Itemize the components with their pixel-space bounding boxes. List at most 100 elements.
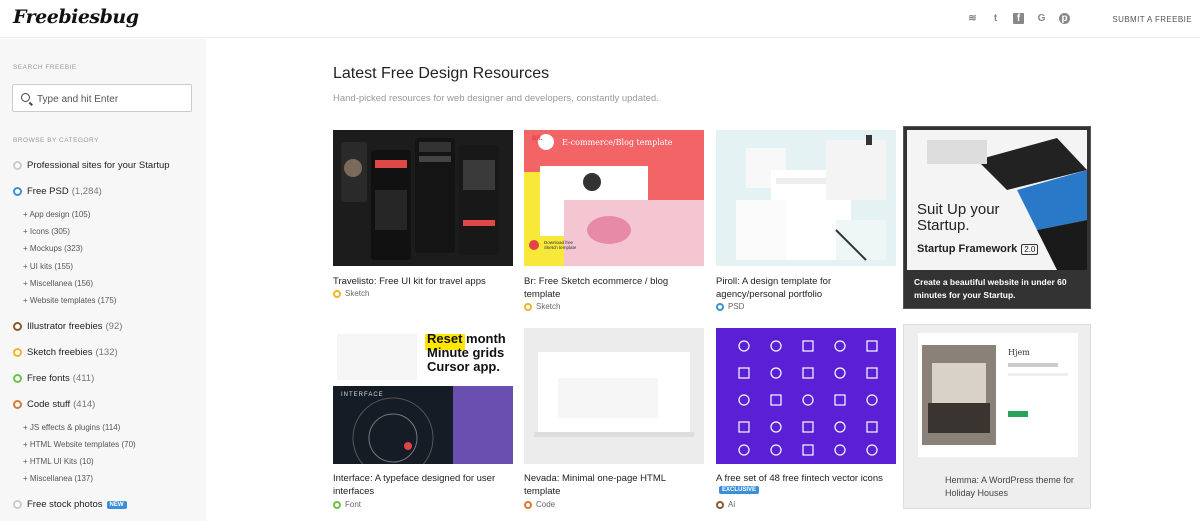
category-dot-icon: [13, 187, 22, 196]
promo-product-name: Startup Framework: [917, 243, 1018, 255]
category-dot-icon: [13, 348, 22, 357]
card-thumbnail[interactable]: BR. E-commerce/Blog template Download fr…: [524, 130, 704, 266]
hemma-brand: Hjem: [1008, 348, 1030, 357]
br-download-label: Download free Sketch template: [544, 240, 577, 250]
category-label: Code stuff: [27, 399, 71, 410]
category-label: Free stock photos: [27, 499, 103, 510]
tag-dot-icon: [524, 500, 532, 509]
tag-label: Code: [536, 500, 556, 509]
site-header: Freebiesbug ≋ t f G p SUBMIT A FREEBIE: [0, 0, 1200, 38]
tag-dot-icon: [716, 500, 724, 509]
subcategory-app-design[interactable]: + App design (105): [23, 210, 90, 219]
category-count: (414): [73, 399, 96, 410]
category-dot-icon: [13, 400, 22, 409]
search-box[interactable]: [12, 84, 192, 112]
category-dot-icon: [13, 161, 22, 170]
br-logo: BR.: [532, 136, 543, 142]
category-startup[interactable]: Professional sites for your Startup: [13, 160, 170, 171]
tag-dot-icon: [333, 289, 341, 298]
new-badge: NEW: [106, 500, 127, 509]
card-thumbnail[interactable]: [333, 130, 513, 266]
category-dot-icon: [13, 322, 22, 331]
category-illustrator[interactable]: Illustrator freebies (92): [13, 321, 122, 332]
subcategory-icons[interactable]: + Icons (305): [23, 227, 70, 236]
category-free-fonts[interactable]: Free fonts (411): [13, 373, 94, 384]
travelisto-preview-image: [333, 130, 513, 266]
category-label: Free fonts: [27, 373, 70, 384]
card-thumbnail[interactable]: [716, 328, 896, 464]
tag-label: Sketch: [536, 302, 561, 311]
category-code-stuff[interactable]: Code stuff (414): [13, 399, 95, 410]
hemma-preview-image: [918, 333, 1078, 457]
category-count: (132): [95, 347, 118, 358]
search-heading: SEARCH FREEBIE: [13, 64, 77, 71]
promo-version: 2.0: [1021, 243, 1039, 255]
nevada-preview-image: [524, 328, 704, 464]
subcategory-html-ui-kits[interactable]: + HTML UI Kits (10): [23, 457, 94, 466]
category-label: Free PSD: [27, 186, 69, 197]
category-count: (411): [72, 373, 95, 384]
card-title[interactable]: Hemma: A WordPress theme for Holiday Hou…: [945, 474, 1085, 500]
card-thumbnail[interactable]: [524, 328, 704, 464]
tag-dot-icon: [716, 302, 724, 311]
resource-card-hemma[interactable]: Hjem Hemma: A WordPress theme for Holida…: [903, 324, 1091, 509]
category-label: Professional sites for your Startup: [27, 160, 170, 171]
subcategory-html-templates[interactable]: + HTML Website templates (70): [23, 440, 136, 449]
card-tag[interactable]: Font: [333, 500, 361, 509]
card-title[interactable]: Nevada: Minimal one-page HTML template: [524, 472, 704, 498]
category-count: (92): [105, 321, 123, 332]
facebook-icon[interactable]: f: [1013, 13, 1024, 24]
promo-text[interactable]: Create a beautiful website in under 60 m…: [914, 276, 1084, 302]
category-label: Sketch freebies: [27, 347, 93, 358]
card-thumbnail[interactable]: Hjem: [918, 333, 1078, 457]
subcategory-js-effects[interactable]: + JS effects & plugins (114): [23, 423, 120, 432]
category-sketch[interactable]: Sketch freebies (132): [13, 347, 118, 358]
category-count: (1,284): [71, 186, 102, 197]
card-tag[interactable]: Sketch: [333, 289, 369, 298]
exclusive-badge: EXCLUSIVE: [719, 486, 760, 494]
google-icon[interactable]: G: [1036, 13, 1047, 24]
tag-label: PSD: [728, 302, 745, 311]
card-title[interactable]: Br: Free Sketch ecommerce / blog templat…: [524, 275, 704, 301]
page-subtitle: Hand-picked resources for web designer a…: [333, 93, 659, 104]
interface-specimen-line: Reset month: [427, 331, 506, 346]
tag-label: Sketch: [345, 289, 370, 298]
tag-dot-icon: [333, 500, 341, 509]
subcategory-miscellanea[interactable]: + Miscellanea (156): [23, 279, 93, 288]
subcategory-mockups[interactable]: + Mockups (323): [23, 244, 83, 253]
interface-specimen: Reset month Minute grids Cursor app.: [427, 332, 506, 374]
card-title[interactable]: Travelisto: Free UI kit for travel apps: [333, 275, 513, 288]
piroll-preview-image: [716, 130, 896, 266]
pinterest-icon[interactable]: p: [1059, 13, 1070, 24]
br-heading: E-commerce/Blog template: [562, 138, 673, 147]
browse-heading: BROWSE BY CATEGORY: [13, 137, 99, 144]
category-stock-photos[interactable]: Free stock photos NEW: [13, 499, 127, 510]
category-label: Illustrator freebies: [27, 321, 103, 332]
site-logo[interactable]: Freebiesbug: [13, 6, 139, 28]
card-title[interactable]: Piroll: A design template for agency/per…: [716, 275, 896, 301]
promo-product: Startup Framework 2.0: [917, 243, 1039, 255]
card-title[interactable]: Interface: A typeface designed for user …: [333, 472, 513, 498]
category-dot-icon: [13, 500, 22, 509]
category-free-psd[interactable]: Free PSD (1,284): [13, 186, 102, 197]
twitter-icon[interactable]: t: [990, 13, 1001, 24]
interface-specimen-line: Cursor app.: [427, 359, 500, 374]
card-title[interactable]: A free set of 48 free fintech vector ico…: [716, 472, 896, 485]
subcategory-ui-kits[interactable]: + UI kits (155): [23, 262, 73, 271]
interface-specimen-line: Minute grids: [427, 345, 505, 360]
tag-dot-icon: [524, 302, 532, 311]
rss-icon[interactable]: ≋: [967, 13, 978, 24]
card-thumbnail[interactable]: Reset month Minute grids Cursor app. INT…: [333, 328, 513, 464]
category-dot-icon: [13, 374, 22, 383]
card-thumbnail[interactable]: [716, 130, 896, 266]
submit-freebie-link[interactable]: SUBMIT A FREEBIE: [1112, 15, 1192, 24]
card-tag[interactable]: Sketch: [524, 302, 560, 311]
search-input[interactable]: [37, 91, 187, 107]
card-tag[interactable]: Ai: [716, 500, 735, 509]
card-tag[interactable]: PSD: [716, 302, 744, 311]
card-tag[interactable]: Code: [524, 500, 555, 509]
interface-label: INTERFACE: [341, 392, 384, 398]
subcategory-website-templates[interactable]: + Website templates (175): [23, 296, 116, 305]
startup-framework-promo[interactable]: Suit Up your Startup. Startup Framework …: [903, 126, 1091, 309]
subcategory-code-miscellanea[interactable]: + Miscellanea (137): [23, 474, 93, 483]
